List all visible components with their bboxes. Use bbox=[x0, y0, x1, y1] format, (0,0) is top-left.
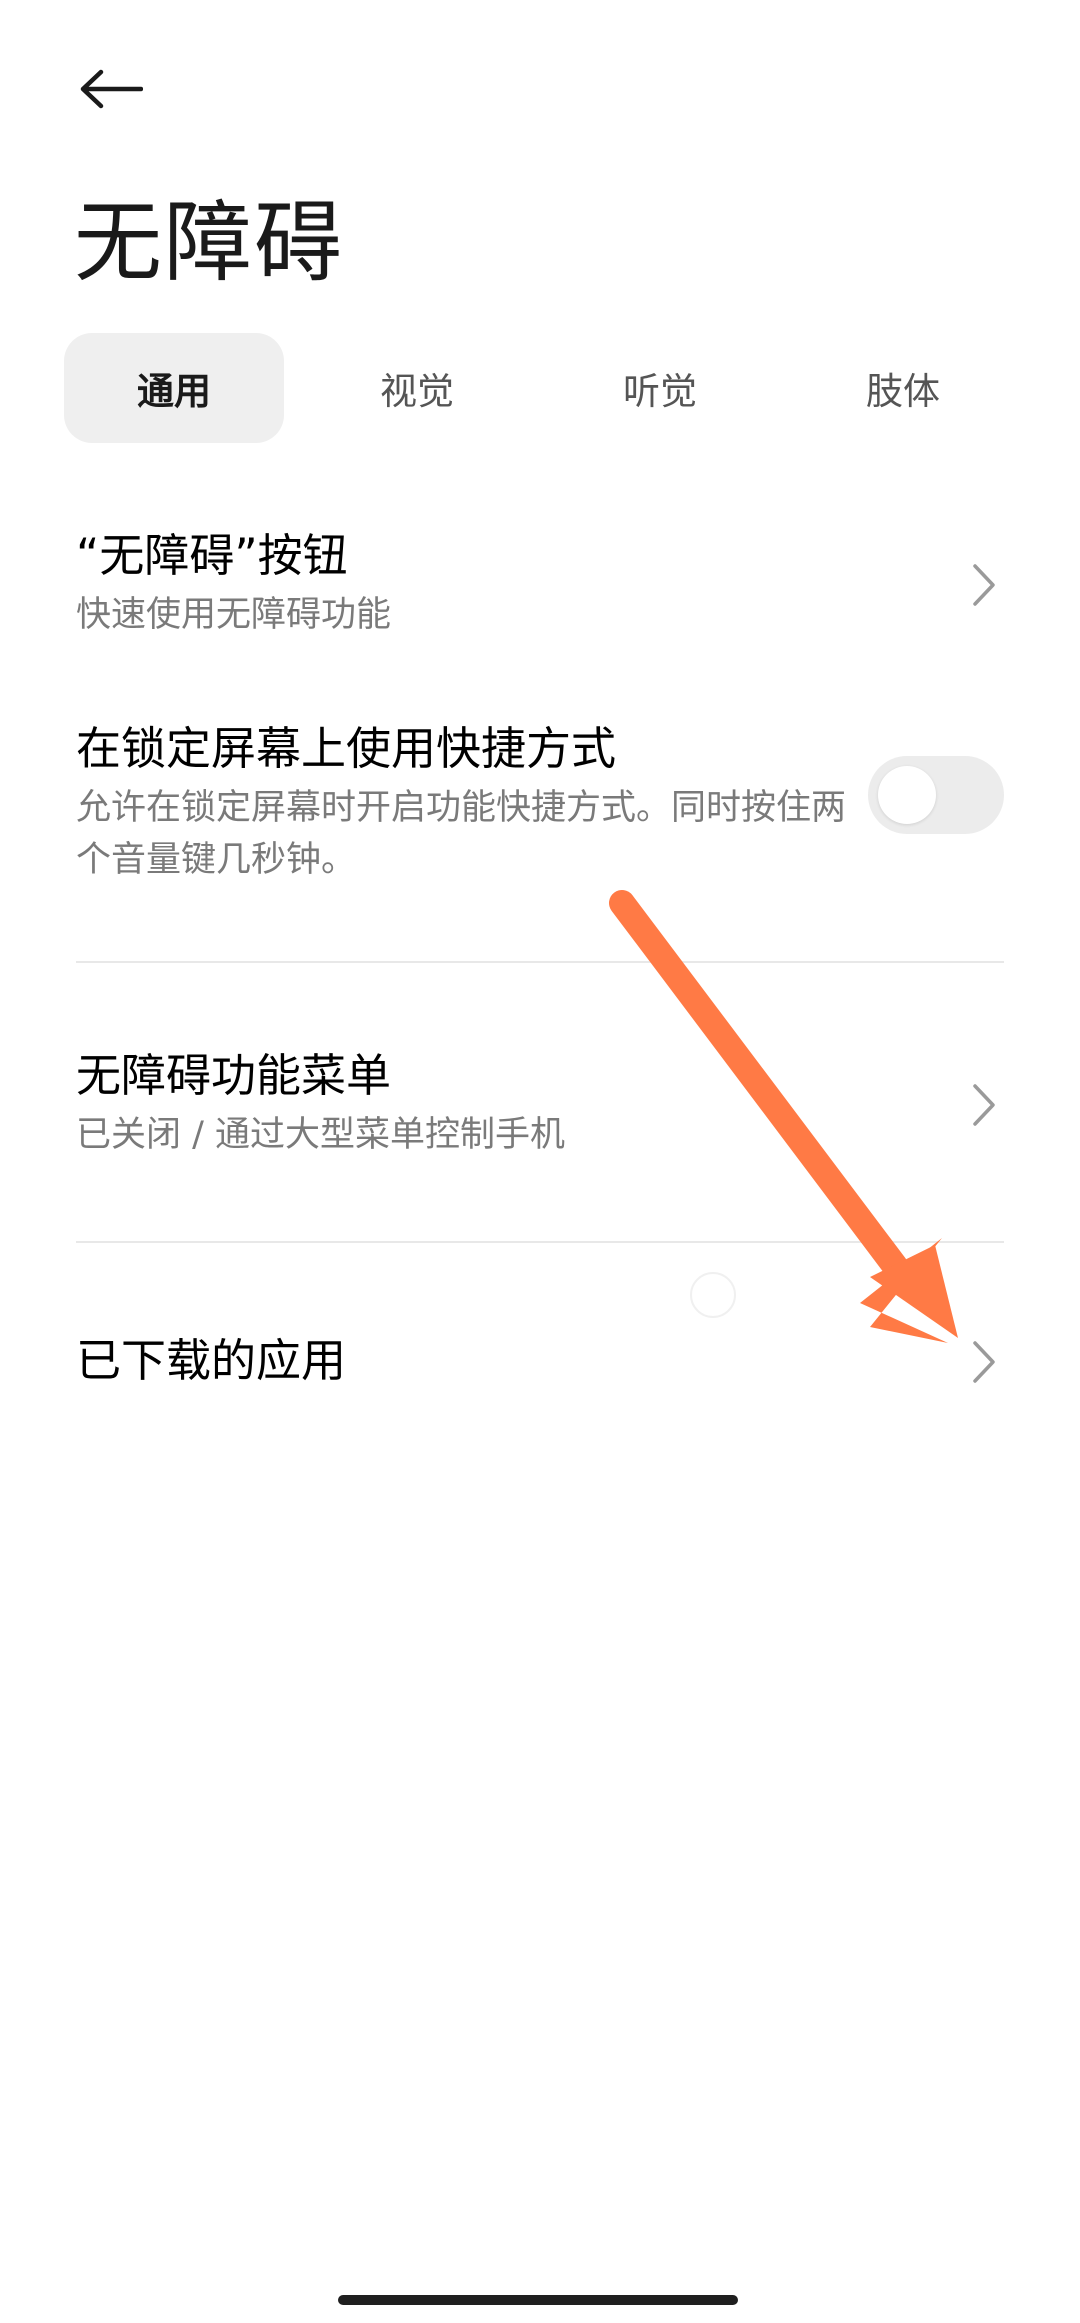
chevron-right-icon bbox=[964, 555, 1004, 615]
chevron-right-icon bbox=[964, 1332, 1004, 1392]
touch-indicator bbox=[690, 1272, 736, 1318]
tab-hearing[interactable]: 听觉 bbox=[550, 333, 770, 443]
item-title: 已下载的应用 bbox=[76, 1334, 347, 1387]
item-subtitle: 快速使用无障碍功能 bbox=[76, 595, 392, 635]
tab-physical[interactable]: 肢体 bbox=[793, 333, 1013, 443]
accessibility-settings-screen: 无障碍 通用 视觉 听觉 肢体 “无障碍”按钮 快速使用无障碍功能 在锁定屏幕上… bbox=[0, 0, 1080, 2323]
downloaded-apps-item[interactable]: 已下载的应用 bbox=[76, 1330, 1004, 1392]
page-title: 无障碍 bbox=[74, 191, 345, 294]
accessibility-button-item[interactable]: “无障碍”按钮 快速使用无障碍功能 bbox=[76, 525, 1004, 641]
item-title: 在锁定屏幕上使用快捷方式 bbox=[76, 722, 617, 775]
back-button[interactable] bbox=[66, 44, 156, 134]
item-subtitle: 已关闭 / 通过大型菜单控制手机 bbox=[76, 1115, 566, 1155]
item-title: “无障碍”按钮 bbox=[76, 529, 348, 582]
tab-vision[interactable]: 视觉 bbox=[307, 333, 527, 443]
home-indicator[interactable] bbox=[338, 2295, 738, 2305]
divider bbox=[76, 961, 1004, 963]
chevron-right-icon bbox=[964, 1075, 1004, 1135]
lockscreen-shortcut-item: 在锁定屏幕上使用快捷方式 允许在锁定屏幕时开启功能快捷方式。同时按住两个音量键几… bbox=[76, 718, 1004, 886]
toggle-knob bbox=[878, 766, 936, 824]
lockscreen-shortcut-toggle[interactable] bbox=[868, 756, 1004, 834]
arrow-left-icon bbox=[80, 69, 143, 109]
divider bbox=[76, 1241, 1004, 1243]
category-tabs: 通用 视觉 听觉 肢体 bbox=[64, 333, 1024, 443]
item-title: 无障碍功能菜单 bbox=[76, 1049, 392, 1102]
accessibility-menu-item[interactable]: 无障碍功能菜单 已关闭 / 通过大型菜单控制手机 bbox=[76, 1045, 1004, 1161]
tab-general[interactable]: 通用 bbox=[64, 333, 284, 443]
item-subtitle: 允许在锁定屏幕时开启功能快捷方式。同时按住两个音量键几秒钟。 bbox=[76, 788, 847, 880]
